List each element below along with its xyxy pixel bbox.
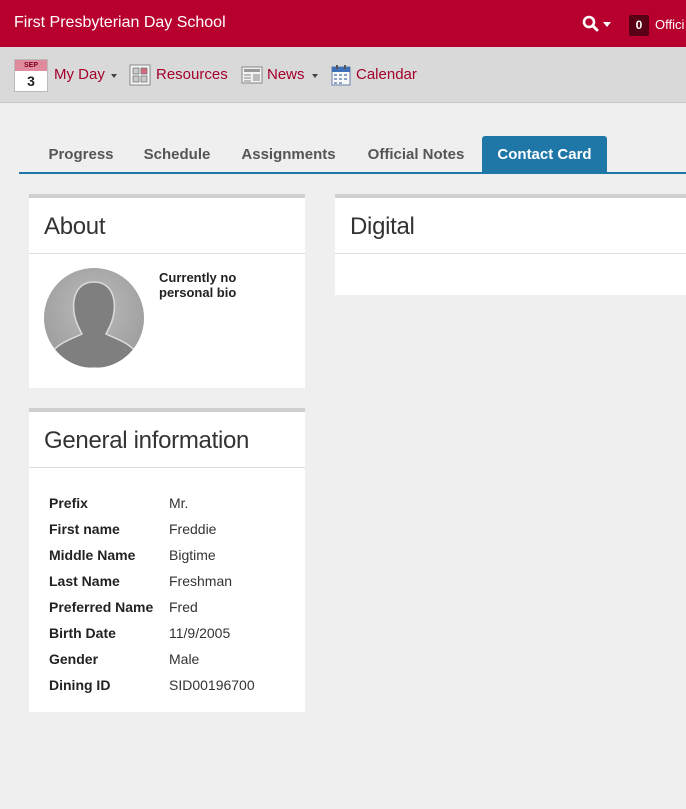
info-label: Middle Name xyxy=(49,547,136,563)
info-value: Freddie xyxy=(169,521,217,537)
notification-count-badge[interactable]: 0 xyxy=(629,15,649,36)
school-name[interactable]: First Presbyterian Day School xyxy=(14,14,226,32)
info-label: Last Name xyxy=(49,573,120,589)
calendar-icon[interactable] xyxy=(331,64,351,86)
info-label: Dining ID xyxy=(49,677,111,693)
info-label: Preferred Name xyxy=(49,599,154,615)
general-info-title: General information xyxy=(44,427,250,454)
info-value: Mr. xyxy=(169,495,189,511)
nav-item-news[interactable]: News xyxy=(267,66,305,84)
chevron-down-icon[interactable] xyxy=(111,74,117,78)
tab-contact-card[interactable]: Contact Card xyxy=(482,136,607,172)
digital-title: Digital xyxy=(350,213,415,240)
calendar-date-icon[interactable]: SEP 3 xyxy=(14,59,48,92)
info-label: Gender xyxy=(49,651,99,667)
search-dropdown[interactable] xyxy=(582,15,614,33)
info-label: Prefix xyxy=(49,495,88,511)
calendar-month: SEP xyxy=(15,60,47,71)
info-value: Freshman xyxy=(169,573,233,589)
tab-assignments[interactable]: Assignments xyxy=(231,136,346,172)
nav-item-calendar[interactable]: Calendar xyxy=(356,66,417,84)
person-placeholder-icon xyxy=(44,268,144,368)
general-info-panel: General information Prefix Mr. First nam… xyxy=(29,408,305,712)
info-value: Male xyxy=(169,651,200,667)
info-label: Birth Date xyxy=(49,625,116,641)
info-value: Fred xyxy=(169,599,198,615)
avatar xyxy=(44,268,144,368)
nav-item-my-day[interactable]: My Day xyxy=(54,66,105,84)
about-panel: About Currently no personal bio xyxy=(29,194,305,388)
info-value: Bigtime xyxy=(169,547,216,563)
search-icon xyxy=(582,15,599,32)
about-title: About xyxy=(44,213,106,240)
tab-progress[interactable]: Progress xyxy=(37,136,125,172)
tab-schedule[interactable]: Schedule xyxy=(133,136,221,172)
tab-official-notes[interactable]: Official Notes xyxy=(357,136,475,172)
chevron-down-icon xyxy=(603,22,611,27)
nav-item-resources[interactable]: Resources xyxy=(156,66,228,84)
digital-panel: Digital xyxy=(335,194,686,295)
resources-icon[interactable] xyxy=(129,64,151,86)
nav-bar: SEP 3 My Day Resources News Calendar xyxy=(0,47,686,103)
profile-tabs: Progress Schedule Assignments Official N… xyxy=(19,136,686,174)
divider xyxy=(29,253,305,254)
divider xyxy=(335,253,686,254)
personal-bio: Currently no personal bio xyxy=(159,270,237,300)
divider xyxy=(29,467,305,468)
top-right-label[interactable]: Offici xyxy=(655,17,684,32)
chevron-down-icon[interactable] xyxy=(312,74,318,78)
news-icon[interactable] xyxy=(241,66,263,84)
info-value: 11/9/2005 xyxy=(169,625,231,641)
info-value: SID00196700 xyxy=(169,677,255,693)
info-label: First name xyxy=(49,521,120,537)
top-bar: First Presbyterian Day School 0 Offici xyxy=(0,0,686,47)
calendar-day: 3 xyxy=(27,73,35,89)
